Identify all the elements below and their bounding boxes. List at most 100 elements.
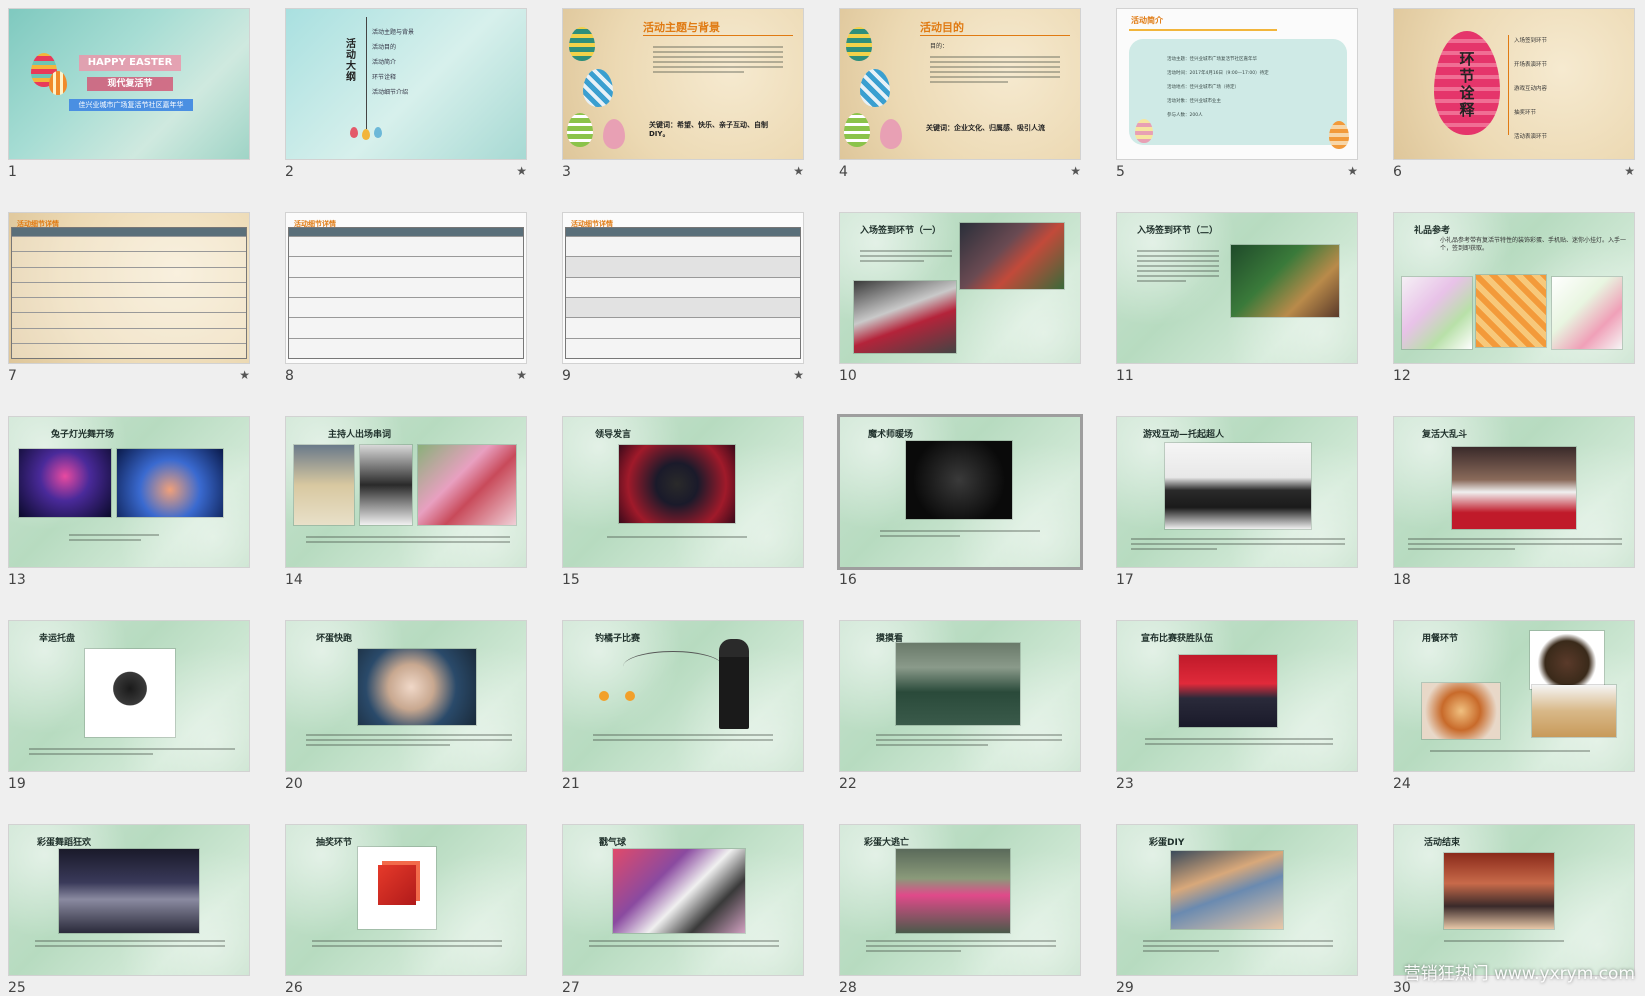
slide-thumbnail-17[interactable]: 游戏互动—托起超人 (1116, 416, 1358, 568)
food-photo (1530, 631, 1604, 689)
slide-thumbnail-18[interactable]: 复活大乱斗 (1393, 416, 1635, 568)
slide-title: 幸运托盘 (39, 634, 76, 644)
slide-cell-23[interactable]: 宣布比赛获胜队伍 23 (1116, 620, 1358, 792)
slide-cell-7[interactable]: 活动细节详情 7 ★ (8, 212, 250, 384)
slide-cell-15[interactable]: 领导发言 15 (562, 416, 804, 588)
event-photo (1231, 245, 1339, 317)
slide-cell-1[interactable]: HAPPY EASTER 现代复活节 佳兴业城市广场复活节社区嘉年华 1 (8, 8, 250, 180)
slide-title: 钓橘子比赛 (595, 634, 641, 644)
egg-decoration-icon (860, 69, 890, 107)
event-photo (960, 223, 1064, 289)
event-photo (1165, 443, 1311, 529)
slide-thumbnail-21[interactable]: 钓橘子比赛 (562, 620, 804, 772)
egg-decoration-icon (583, 69, 613, 107)
slide-title: 主持人出场串词 (328, 430, 392, 440)
slide-thumbnail-10[interactable]: 入场签到环节（一） (839, 212, 1081, 364)
slide-cell-12[interactable]: 礼品参考 小礼品参考带有复活节特性的装饰彩蛋、手机贴、迷你小挂灯。入手一个，签到… (1393, 212, 1635, 384)
slide-cell-21[interactable]: 钓橘子比赛 21 (562, 620, 804, 792)
slide-thumbnail-15[interactable]: 领导发言 (562, 416, 804, 568)
slide-thumbnail-27[interactable]: 戳气球 (562, 824, 804, 976)
slide-thumbnail-7[interactable]: 活动细节详情 (8, 212, 250, 364)
slide-thumbnail-28[interactable]: 彩蛋大逃亡 (839, 824, 1081, 976)
title-underline (1129, 29, 1277, 31)
slide-thumbnail-26[interactable]: 抽奖环节 (285, 824, 527, 976)
slide-thumbnail-11[interactable]: 入场签到环节（二） (1116, 212, 1358, 364)
slide-cell-17[interactable]: 游戏互动—托起超人 17 (1116, 416, 1358, 588)
slide-number: 4 (839, 164, 848, 180)
slide-cell-11[interactable]: 入场签到环节（二） 11 (1116, 212, 1358, 384)
slide-number: 23 (1116, 776, 1134, 792)
slide-thumbnail-9[interactable]: 活动细节详情 (562, 212, 804, 364)
slide-thumbnail-8[interactable]: 活动细节详情 (285, 212, 527, 364)
slide-number: 5 (1116, 164, 1125, 180)
slide-thumbnail-22[interactable]: 摸摸看 (839, 620, 1081, 772)
slide-thumbnail-20[interactable]: 坏蛋快跑 (285, 620, 527, 772)
section-item: 活动表演环节 (1514, 134, 1548, 140)
slide-cell-10[interactable]: 入场签到环节（一） 10 (839, 212, 1081, 384)
slide-thumbnail-29[interactable]: 彩蛋DIY (1116, 824, 1358, 976)
slide-cell-19[interactable]: 幸运托盘 19 (8, 620, 250, 792)
egg-decoration-icon (846, 27, 872, 61)
slide-cell-3[interactable]: 活动主题与背景 关键词：希望、快乐、亲子互动、自制DIY。 3 ★ (562, 8, 804, 180)
caption-lines (876, 731, 1062, 749)
slide-cell-29[interactable]: 彩蛋DIY 29 (1116, 824, 1358, 996)
caption-lines (1408, 535, 1622, 553)
slide-title: 活动简介 (1131, 16, 1163, 25)
slide-number: 12 (1393, 368, 1411, 384)
slide-cell-16[interactable]: 魔术师暖场 16 (837, 414, 1083, 588)
slide-thumbnail-12[interactable]: 礼品参考 小礼品参考带有复活节特性的装饰彩蛋、手机贴、迷你小挂灯。入手一个，签到… (1393, 212, 1635, 364)
slide-thumbnail-13[interactable]: 兔子灯光舞开场 (8, 416, 250, 568)
slide-thumbnail-23[interactable]: 宣布比赛获胜队伍 (1116, 620, 1358, 772)
slide-cell-4[interactable]: 活动目的 目的： 关键词：企业文化、归属感、吸引人流 4 ★ (839, 8, 1081, 180)
slide-cell-27[interactable]: 戳气球 27 (562, 824, 804, 996)
slide-thumbnail-6[interactable]: 环节诠释 入场签到环节 开场表演环节 游戏互动内容 抽奖环节 活动表演环节 (1393, 8, 1635, 160)
slide-cell-5[interactable]: 活动简介 活动主题：佳兴业城市广场复活节社区嘉年华 活动时间：2017年4月16… (1116, 8, 1358, 180)
slide-thumbnail-2[interactable]: 活动大纲 活动主题与背景 活动目的 活动简介 环节诠释 活动细节介绍 (285, 8, 527, 160)
event-photo (854, 281, 956, 353)
caption-lines (866, 937, 1056, 955)
body-text-lines (860, 247, 952, 265)
slide-thumbnail-3[interactable]: 活动主题与背景 关键词：希望、快乐、亲子互动、自制DIY。 (562, 8, 804, 160)
slide-cell-20[interactable]: 坏蛋快跑 20 (285, 620, 527, 792)
slide-title: 入场签到环节（二） (1137, 226, 1219, 236)
slide-cell-30[interactable]: 活动结束 30 (1393, 824, 1635, 996)
slide-thumbnail-14[interactable]: 主持人出场串词 (285, 416, 527, 568)
slide-thumbnail-19[interactable]: 幸运托盘 (8, 620, 250, 772)
slide-cell-28[interactable]: 彩蛋大逃亡 28 (839, 824, 1081, 996)
egg-decoration-icon (880, 119, 902, 149)
caption-lines (880, 527, 1040, 540)
slide-thumbnail-24[interactable]: 用餐环节 (1393, 620, 1635, 772)
event-photo (896, 643, 1020, 725)
slide-thumbnail-4[interactable]: 活动目的 目的： 关键词：企业文化、归属感、吸引人流 (839, 8, 1081, 160)
slide-number: 22 (839, 776, 857, 792)
slide-number: 21 (562, 776, 580, 792)
slide-cell-26[interactable]: 抽奖环节 26 (285, 824, 527, 996)
slide-cell-8[interactable]: 活动细节详情 8 ★ (285, 212, 527, 384)
slide-1-banner: 佳兴业城市广场复活节社区嘉年华 (69, 99, 193, 111)
event-photo (1171, 851, 1283, 929)
slide-cell-6[interactable]: 环节诠释 入场签到环节 开场表演环节 游戏互动内容 抽奖环节 活动表演环节 6 … (1393, 8, 1635, 180)
caption-lines (69, 531, 159, 544)
event-photo (906, 441, 1012, 519)
slide-cell-2[interactable]: 活动大纲 活动主题与背景 活动目的 活动简介 环节诠释 活动细节介绍 2 ★ (285, 8, 527, 180)
egg-decoration-icon (350, 127, 358, 138)
slide-cell-18[interactable]: 复活大乱斗 18 (1393, 416, 1635, 588)
slide-thumbnail-25[interactable]: 彩蛋舞蹈狂欢 (8, 824, 250, 976)
slide-cell-25[interactable]: 彩蛋舞蹈狂欢 25 (8, 824, 250, 996)
lottery-box-icon (378, 865, 416, 905)
outline-item: 活动简介 (372, 59, 397, 66)
slide-cell-13[interactable]: 兔子灯光舞开场 13 (8, 416, 250, 588)
slide-thumbnail-1[interactable]: HAPPY EASTER 现代复活节 佳兴业城市广场复活节社区嘉年华 (8, 8, 250, 160)
slide-thumbnail-30[interactable]: 活动结束 (1393, 824, 1635, 976)
slide-cell-22[interactable]: 摸摸看 22 (839, 620, 1081, 792)
info-item: 活动主题：佳兴业城市广场复活节社区嘉年华 (1167, 57, 1257, 62)
slide-thumbnail-16[interactable]: 魔术师暖场 (837, 414, 1083, 570)
slide-cell-24[interactable]: 用餐环节 24 (1393, 620, 1635, 792)
slide-cell-9[interactable]: 活动细节详情 9 ★ (562, 212, 804, 384)
outline-item: 活动细节介绍 (372, 89, 409, 96)
slide-thumbnail-5[interactable]: 活动简介 活动主题：佳兴业城市广场复活节社区嘉年华 活动时间：2017年4月16… (1116, 8, 1358, 160)
event-photo (59, 849, 199, 933)
slide-title: 彩蛋DIY (1149, 838, 1185, 848)
caption-lines (1131, 535, 1345, 553)
slide-cell-14[interactable]: 主持人出场串词 14 (285, 416, 527, 588)
